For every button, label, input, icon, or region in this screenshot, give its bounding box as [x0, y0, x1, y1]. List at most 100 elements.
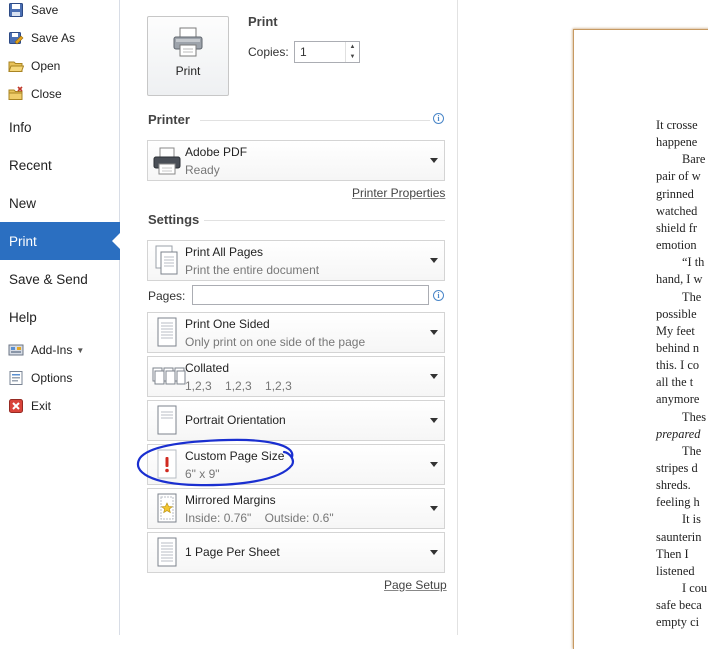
page-setup-link[interactable]: Page Setup: [384, 578, 447, 592]
orientation-dropdown[interactable]: Portrait Orientation: [147, 400, 445, 441]
collated-icon: [152, 367, 186, 385]
preview-text-line: The: [682, 443, 702, 458]
print-settings-panel: Print Print Copies: 1 ▲ ▼ Printer i Adob…: [120, 0, 458, 635]
nav-exit[interactable]: Exit: [0, 392, 120, 420]
setting-subtitle: 6" x 9": [185, 467, 220, 481]
spin-up-icon[interactable]: ▲: [346, 42, 359, 52]
nav-recent[interactable]: Recent: [0, 146, 120, 184]
setting-title: Print One Sided: [185, 317, 270, 331]
preview-text-line: feeling h: [656, 495, 700, 510]
preview-text-line: saunterin: [656, 529, 702, 544]
preview-text-line: grinned: [656, 186, 694, 201]
nav-save-send-label: Save & Send: [9, 271, 88, 287]
nav-print[interactable]: Print: [0, 222, 120, 260]
print-range-dropdown[interactable]: Print All Pages Print the entire documen…: [147, 240, 445, 281]
preview-text-line: The: [682, 289, 702, 304]
nav-save-send[interactable]: Save & Send: [0, 260, 120, 298]
nav-save-label: Save: [31, 3, 59, 17]
preview-text-line: empty ci: [656, 615, 700, 630]
divider: [204, 220, 445, 221]
dropdown-arrow-icon: [430, 158, 438, 163]
collation-dropdown[interactable]: Collated 1,2,3 1,2,3 1,2,3: [147, 356, 445, 397]
preview-text-line: happene: [656, 135, 698, 150]
setting-title: Custom Page Size: [185, 449, 285, 463]
setting-title: Print All Pages: [185, 245, 264, 259]
pages-per-sheet-dropdown[interactable]: 1 Page Per Sheet: [147, 532, 445, 573]
setting-subtitle: 1,2,3 1,2,3 1,2,3: [185, 379, 292, 393]
nav-new[interactable]: New: [0, 184, 120, 222]
preview-text-line: possible: [656, 306, 697, 321]
nav-close[interactable]: Close: [0, 80, 120, 108]
preview-text-line: listened: [656, 563, 695, 578]
preview-text-line: My feet: [656, 323, 695, 338]
printer-icon: [173, 27, 203, 57]
pages-info-icon[interactable]: i: [433, 290, 444, 301]
print-heading: Print: [248, 14, 278, 29]
printer-properties-link[interactable]: Printer Properties: [352, 186, 445, 200]
setting-title: Portrait Orientation: [185, 413, 286, 427]
nav-save-as[interactable]: Save As: [0, 24, 120, 52]
nav-recent-label: Recent: [9, 157, 52, 173]
dropdown-arrow-icon: [430, 374, 438, 379]
print-button-label: Print: [175, 64, 201, 78]
preview-text-line: prepared: [656, 426, 701, 441]
printer-name: Adobe PDF: [185, 145, 248, 159]
backstage-nav: Save Save As Open Close Info Recent New …: [0, 0, 120, 635]
copies-value: 1: [300, 45, 307, 59]
portrait-icon: [157, 405, 177, 435]
setting-title: Mirrored Margins: [185, 493, 276, 507]
page-size-dropdown[interactable]: Custom Page Size 6" x 9": [147, 444, 445, 485]
dropdown-arrow-icon: [430, 550, 438, 555]
pages-label: Pages:: [148, 289, 186, 303]
preview-text-line: pair of w: [656, 169, 701, 184]
preview-text-line: shreds.: [656, 478, 691, 493]
page-size-warning-icon: [157, 449, 177, 479]
print-button[interactable]: Print: [147, 16, 229, 96]
dropdown-arrow-icon: [430, 418, 438, 423]
preview-text-line: all the t: [656, 375, 694, 390]
printer-dropdown[interactable]: Adobe PDF Ready: [147, 140, 445, 181]
setting-title: 1 Page Per Sheet: [185, 545, 280, 559]
nav-info[interactable]: Info: [0, 108, 120, 146]
preview-text-line: “I th: [682, 255, 705, 270]
nav-print-label: Print: [9, 233, 37, 249]
all-pages-icon: [155, 245, 178, 275]
options-icon: [9, 371, 23, 385]
preview-text-line: this. I co: [656, 358, 700, 373]
preview-text-line: I cou: [682, 581, 708, 596]
preview-text-line: behind n: [656, 340, 700, 355]
copies-label: Copies:: [248, 45, 289, 59]
nav-help[interactable]: Help: [0, 298, 120, 336]
preview-text-line: Then I: [656, 546, 689, 561]
sides-dropdown[interactable]: Print One Sided Only print on one side o…: [147, 312, 445, 353]
nav-add-ins[interactable]: Add-Ins ▼: [0, 336, 120, 364]
preview-text-line: safe beca: [656, 598, 702, 613]
divider: [200, 120, 430, 121]
margins-dropdown[interactable]: Mirrored Margins Inside: 0.76" Outside: …: [147, 488, 445, 529]
nav-save[interactable]: Save: [0, 0, 120, 24]
setting-subtitle: Only print on one side of the page: [185, 335, 366, 349]
dropdown-arrow-icon: [430, 330, 438, 335]
preview-page: It crosse happene Bare pair of w grinned watc…: [573, 29, 708, 649]
copies-spinner[interactable]: ▲ ▼: [345, 42, 359, 62]
save-icon: [9, 3, 23, 17]
preview-text-line: watched: [656, 203, 698, 218]
page-per-sheet-icon: [157, 537, 177, 567]
preview-text-line: It crosse: [656, 118, 698, 132]
printer-heading: Printer: [148, 112, 190, 127]
print-preview: It crosse happene Bare pair of w grinned watc…: [459, 0, 708, 649]
spin-down-icon[interactable]: ▼: [346, 52, 359, 62]
pages-input[interactable]: [192, 285, 429, 305]
dropdown-arrow-icon: [430, 506, 438, 511]
nav-options[interactable]: Options: [0, 364, 120, 392]
dropdown-arrow-icon: [430, 258, 438, 263]
preview-text-line: It is: [682, 512, 701, 527]
close-folder-icon: [8, 86, 23, 100]
preview-text-line: Thes: [682, 409, 707, 424]
exit-icon: [9, 399, 23, 413]
copies-input[interactable]: 1 ▲ ▼: [294, 41, 360, 63]
nav-open[interactable]: Open: [0, 52, 120, 80]
nav-close-label: Close: [31, 87, 62, 101]
save-as-icon: [9, 32, 24, 45]
printer-info-icon[interactable]: i: [433, 113, 444, 124]
